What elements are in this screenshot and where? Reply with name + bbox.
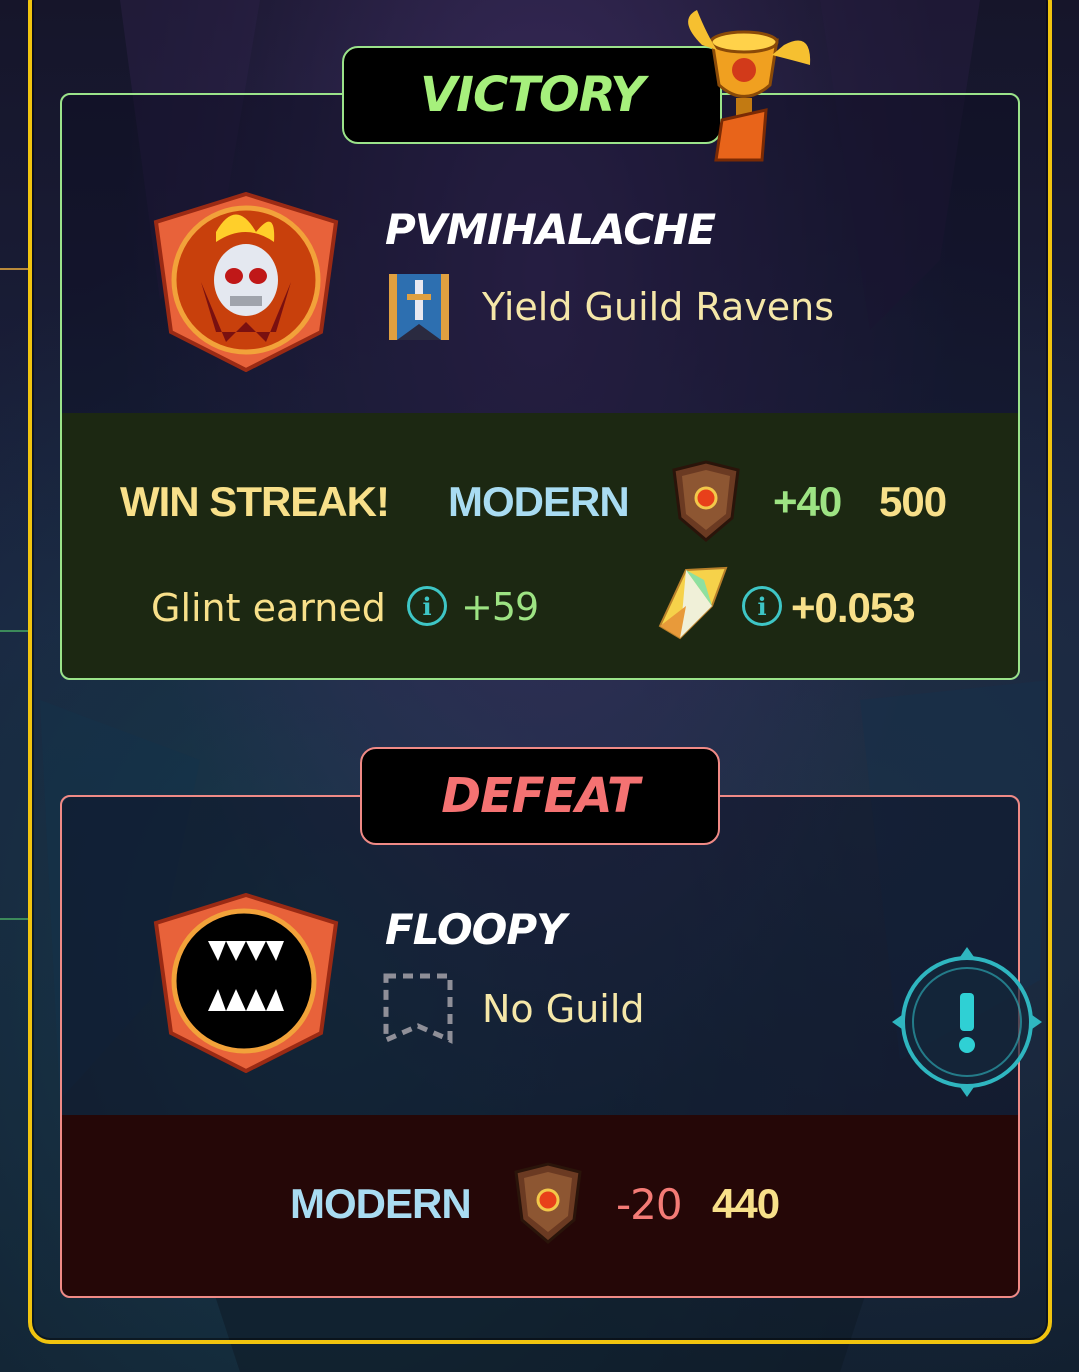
victory-guild-name[interactable]: Yield Guild Ravens: [482, 285, 834, 329]
side-divider: [0, 918, 28, 920]
shard-info-icon[interactable]: i: [742, 586, 782, 626]
trophy-icon: [688, 10, 811, 162]
exclamation-icon: [960, 993, 974, 1031]
glint-earned-label: Glint earned: [151, 586, 386, 630]
defeat-player-avatar: [153, 893, 339, 1073]
league-shield-icon: [514, 1162, 582, 1244]
defeat-format-label: MODERN: [290, 1180, 472, 1227]
win-streak-label: WIN STREAK!: [120, 478, 390, 525]
victory-rating-change: +40: [773, 478, 842, 525]
defeat-rating-change: -20: [616, 1180, 683, 1229]
victory-rating: 500: [879, 478, 947, 525]
empty-banner-icon: [383, 973, 453, 1044]
victory-format-label: MODERN: [448, 478, 630, 525]
side-divider: [0, 268, 28, 270]
glint-info-icon[interactable]: i: [407, 586, 447, 626]
defeat-banner: DEFEAT: [360, 747, 720, 845]
shard-value: +0.053: [791, 584, 916, 631]
sword-banner-icon: [389, 274, 449, 340]
side-divider: [0, 630, 28, 632]
shard-crystal-icon: [658, 566, 728, 640]
victory-player-name[interactable]: PVMIHALACHE: [385, 205, 716, 254]
victory-player-avatar: [153, 192, 339, 372]
victory-banner: VICTORY: [342, 46, 722, 144]
victory-stats-area: [62, 413, 1018, 678]
glint-value: +59: [461, 585, 539, 629]
defeat-rating: 440: [712, 1180, 780, 1227]
defeat-banner-label: DEFEAT: [441, 768, 640, 824]
victory-banner-label: VICTORY: [419, 67, 645, 123]
defeat-player-name[interactable]: FLOOPY: [385, 905, 567, 954]
league-shield-icon: [672, 460, 740, 542]
report-alert-button[interactable]: [890, 945, 1045, 1100]
defeat-guild-name[interactable]: No Guild: [482, 987, 645, 1031]
